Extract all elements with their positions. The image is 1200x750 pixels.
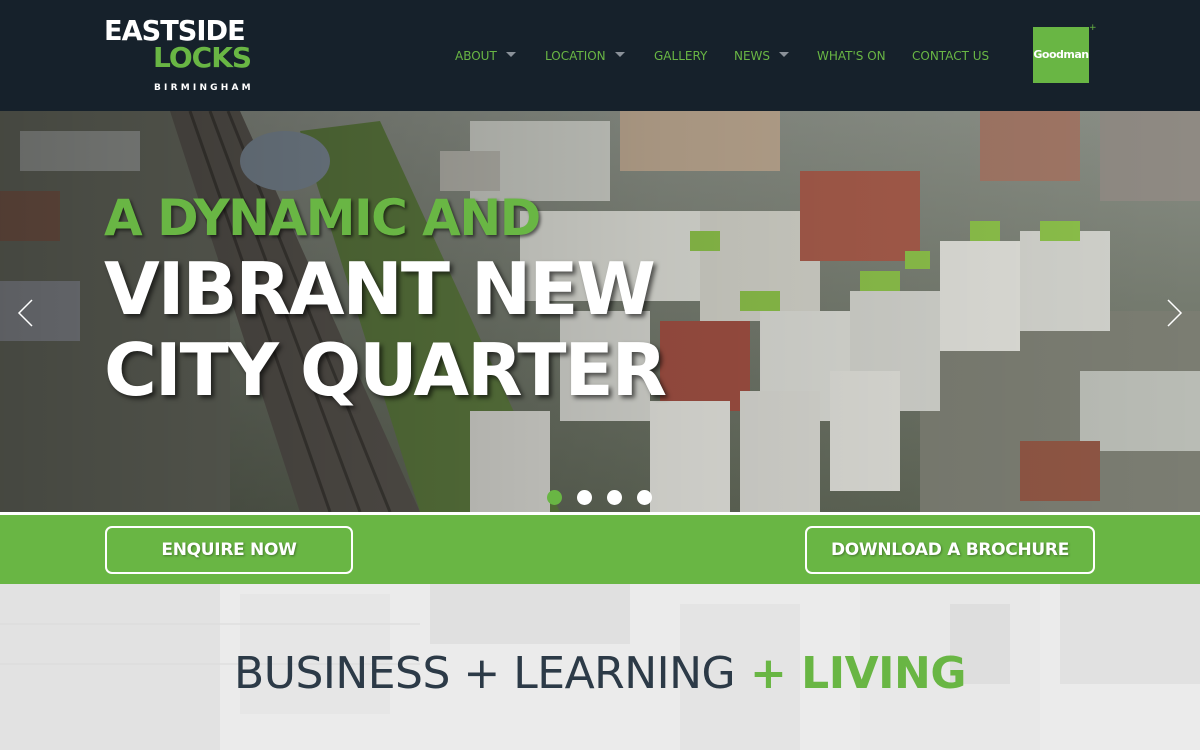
section-heading-part-1: BUSINESS + LEARNING (234, 648, 736, 699)
nav-item-whats-on-label: WHAT'S ON (817, 49, 886, 63)
nav-item-gallery[interactable]: GALLERY (654, 47, 707, 65)
hero-title-line-2: VIBRANT NEW (104, 247, 656, 331)
slider-dot-3[interactable] (607, 490, 622, 505)
site-header: EASTSIDE LOCKS BIRMINGHAM ABOUT LOCATION… (0, 0, 1200, 111)
caret-down-icon (614, 52, 625, 57)
slider-prev-button[interactable] (16, 298, 34, 328)
nav-item-news-label: NEWS (734, 49, 771, 63)
section-heading: BUSINESS + LEARNING + LIVING (0, 646, 1200, 702)
nav-item-contact-us-label: CONTACT US (912, 49, 990, 63)
chevron-right-icon (1167, 299, 1183, 327)
enquire-now-button[interactable]: ENQUIRE NOW (105, 526, 353, 574)
hero-title-line-1: A DYNAMIC AND (104, 189, 541, 247)
goodman-logo-mark: + (1089, 23, 1097, 33)
slider-dot-1[interactable] (547, 490, 562, 505)
slider-dot-4[interactable] (637, 490, 652, 505)
eastside-locks-logo[interactable]: EASTSIDE LOCKS BIRMINGHAM (104, 17, 254, 95)
nav-item-about-label: ABOUT (455, 49, 497, 63)
nav-item-location-label: LOCATION (545, 49, 606, 63)
goodman-logo[interactable]: Goodman (1033, 27, 1089, 83)
logo-text-birmingham: BIRMINGHAM (154, 83, 254, 93)
nav-item-contact-us[interactable]: CONTACT US (912, 47, 989, 65)
chevron-left-icon (17, 299, 33, 327)
caret-down-icon (779, 52, 790, 57)
nav-item-about[interactable]: ABOUT (455, 47, 516, 65)
nav-item-whats-on[interactable]: WHAT'S ON (817, 47, 886, 65)
caret-down-icon (505, 52, 516, 57)
download-brochure-button[interactable]: DOWNLOAD A BROCHURE (805, 526, 1095, 574)
hero-title-line-3: CITY QUARTER (104, 328, 667, 412)
slider-next-button[interactable] (1166, 298, 1184, 328)
nav-item-location[interactable]: LOCATION (545, 47, 625, 65)
nav-item-news[interactable]: NEWS (734, 47, 790, 65)
cta-bar: ENQUIRE NOW DOWNLOAD A BROCHURE (0, 515, 1200, 584)
slider-dot-2[interactable] (577, 490, 592, 505)
nav-item-gallery-label: GALLERY (654, 49, 708, 63)
section-heading-part-2: + LIVING (735, 648, 966, 699)
logo-text-locks: LOCKS (153, 41, 252, 74)
intro-section: BUSINESS + LEARNING + LIVING (0, 584, 1200, 750)
